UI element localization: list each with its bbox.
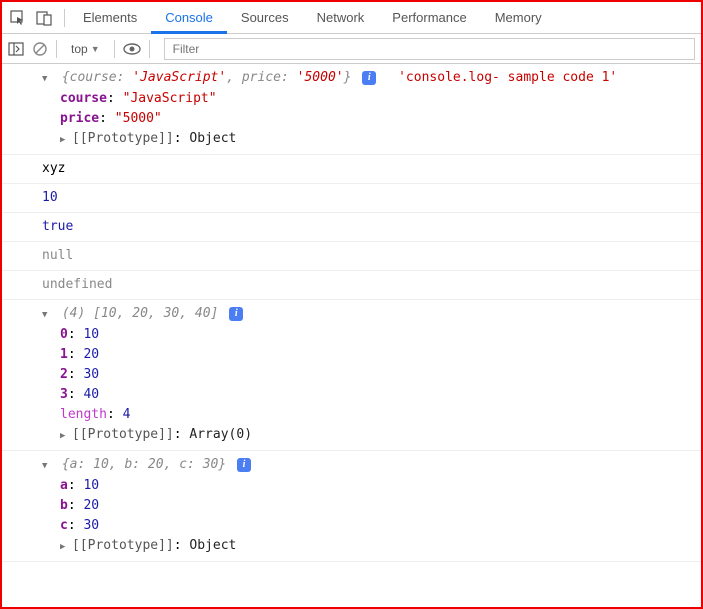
live-expression-icon[interactable] xyxy=(123,43,141,55)
clear-console-icon[interactable] xyxy=(32,41,48,57)
log-array[interactable]: (4) [10, 20, 30, 40] 0: 10 1: 20 2: 30 3… xyxy=(2,300,701,451)
device-toolbar-icon[interactable] xyxy=(36,10,52,26)
log-object-1[interactable]: {course: 'JavaScript', price: '5000'} 'c… xyxy=(2,64,701,155)
tab-console[interactable]: Console xyxy=(151,2,227,34)
array-index: 3 xyxy=(60,387,68,402)
prototype-key: [[Prototype]] xyxy=(72,538,174,553)
expand-caret-icon[interactable] xyxy=(60,426,72,446)
log-string[interactable]: xyz xyxy=(2,155,701,184)
log-value: undefined xyxy=(42,277,112,292)
console-output: {course: 'JavaScript', price: '5000'} 'c… xyxy=(2,64,701,562)
prototype-value: Array(0) xyxy=(189,427,252,442)
devtools-tab-bar: Elements Console Sources Network Perform… xyxy=(2,2,701,34)
object-key: course xyxy=(60,91,107,106)
length-key: length xyxy=(60,407,107,422)
array-index: 0 xyxy=(60,327,68,342)
array-index: 1 xyxy=(60,347,68,362)
object-key: b xyxy=(60,498,68,513)
object-summary: {a: 10, b: 20, c: 30} xyxy=(62,457,226,472)
array-value: 10 xyxy=(83,327,99,342)
prototype-value: Object xyxy=(189,538,236,553)
tab-memory[interactable]: Memory xyxy=(481,2,556,34)
info-icon[interactable] xyxy=(229,307,243,321)
log-object-3[interactable]: {a: 10, b: 20, c: 30} a: 10 b: 20 c: 30 … xyxy=(2,451,701,562)
object-summary: {course: 'JavaScript', price: '5000'} xyxy=(62,70,352,85)
object-key: price xyxy=(60,111,99,126)
object-value: "JavaScript" xyxy=(123,91,217,106)
context-label: top xyxy=(71,42,88,56)
context-selector[interactable]: top ▼ xyxy=(65,42,106,56)
inspect-icon[interactable] xyxy=(10,10,26,26)
expand-caret-icon[interactable] xyxy=(42,69,54,89)
log-undefined[interactable]: undefined xyxy=(2,271,701,300)
prototype-key: [[Prototype]] xyxy=(72,131,174,146)
object-value: "5000" xyxy=(115,111,162,126)
separator xyxy=(64,9,65,27)
log-number[interactable]: 10 xyxy=(2,184,701,213)
log-message: 'console.log- sample code 1' xyxy=(398,70,617,85)
object-value: 10 xyxy=(83,478,99,493)
log-null[interactable]: null xyxy=(2,242,701,271)
chevron-down-icon: ▼ xyxy=(91,44,100,54)
array-index: 2 xyxy=(60,367,68,382)
tab-elements[interactable]: Elements xyxy=(69,2,151,34)
object-value: 20 xyxy=(83,498,99,513)
expand-caret-icon[interactable] xyxy=(42,456,54,476)
array-value: 40 xyxy=(83,387,99,402)
expand-caret-icon[interactable] xyxy=(42,305,54,325)
array-value: 30 xyxy=(83,367,99,382)
tab-sources[interactable]: Sources xyxy=(227,2,303,34)
log-value: xyz xyxy=(42,161,65,176)
log-boolean[interactable]: true xyxy=(2,213,701,242)
object-value: 30 xyxy=(83,518,99,533)
length-value: 4 xyxy=(123,407,131,422)
prototype-value: Object xyxy=(189,131,236,146)
info-icon[interactable] xyxy=(362,71,376,85)
array-summary: (4) [10, 20, 30, 40] xyxy=(62,306,219,321)
log-value: 10 xyxy=(42,190,58,205)
tab-network[interactable]: Network xyxy=(303,2,379,34)
tab-icon-group xyxy=(2,10,60,26)
separator xyxy=(149,40,150,58)
object-key: c xyxy=(60,518,68,533)
object-key: a xyxy=(60,478,68,493)
separator xyxy=(56,40,57,58)
array-value: 20 xyxy=(83,347,99,362)
log-value: null xyxy=(42,248,73,263)
prototype-key: [[Prototype]] xyxy=(72,427,174,442)
tab-performance[interactable]: Performance xyxy=(378,2,480,34)
expand-caret-icon[interactable] xyxy=(60,130,72,150)
filter-input[interactable] xyxy=(164,38,695,60)
log-value: true xyxy=(42,219,73,234)
info-icon[interactable] xyxy=(237,458,251,472)
separator xyxy=(114,40,115,58)
expand-caret-icon[interactable] xyxy=(60,537,72,557)
console-toolbar: top ▼ xyxy=(2,34,701,64)
console-sidebar-toggle-icon[interactable] xyxy=(8,41,24,57)
